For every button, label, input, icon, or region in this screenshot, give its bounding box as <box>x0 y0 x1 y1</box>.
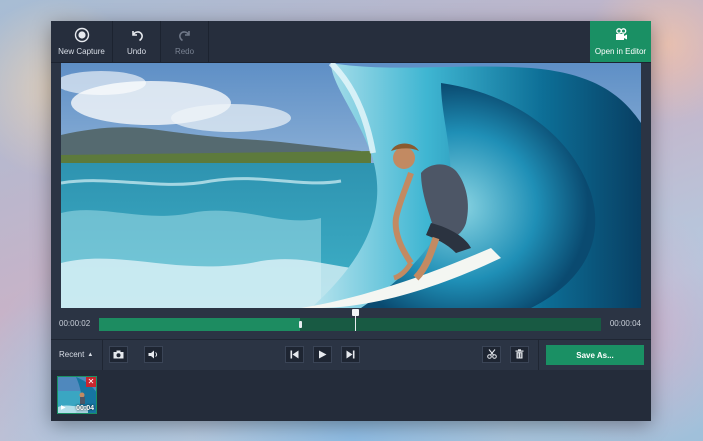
redo-button[interactable]: Redo <box>161 21 208 62</box>
timeline: 00:00:02 00:00:04 <box>51 309 651 337</box>
new-capture-button[interactable]: New Capture <box>51 21 112 62</box>
selection-start-handle[interactable] <box>298 321 302 328</box>
trash-icon <box>515 346 524 364</box>
playback-controls: Recent ▲ Save As... <box>51 339 651 371</box>
redo-label: Redo <box>174 47 195 56</box>
remove-capture-icon[interactable]: ✕ <box>86 377 96 387</box>
recent-capture-thumbnail[interactable]: ✕ ▶ 00:04 <box>57 376 97 414</box>
play-icon: ▶ <box>61 405 66 411</box>
redo-icon <box>177 27 193 43</box>
video-camera-icon <box>613 27 629 43</box>
previous-frame-button[interactable] <box>285 346 304 363</box>
undo-icon <box>129 27 145 43</box>
open-in-editor-button[interactable]: Open in Editor <box>590 21 651 62</box>
recent-captures-strip: ✕ ▶ 00:04 <box>51 370 651 421</box>
undo-button[interactable]: Undo <box>113 21 160 62</box>
timeline-track[interactable] <box>99 309 601 331</box>
play-icon <box>318 346 327 364</box>
scissors-icon <box>486 346 497 364</box>
record-icon <box>74 27 90 43</box>
speaker-icon <box>148 346 159 364</box>
volume-button[interactable] <box>144 346 163 363</box>
toolbar: New Capture Undo Redo Open in Editor <box>51 21 651 63</box>
screenshot-button[interactable] <box>109 346 128 363</box>
play-button[interactable] <box>313 346 332 363</box>
undo-label: Undo <box>126 47 147 56</box>
open-in-editor-label: Open in Editor <box>594 47 647 56</box>
recent-toggle[interactable]: Recent ▲ <box>59 350 93 359</box>
camera-icon <box>113 346 124 364</box>
recent-label: Recent <box>59 350 85 359</box>
save-as-button[interactable]: Save As... <box>546 345 644 365</box>
cut-button[interactable] <box>482 346 501 363</box>
playhead-handle[interactable] <box>352 309 360 316</box>
video-preview <box>61 63 641 308</box>
capture-duration: 00:04 <box>76 405 94 412</box>
chevron-up-icon: ▲ <box>87 351 94 358</box>
skip-back-icon <box>290 346 299 364</box>
start-time: 00:00:02 <box>59 319 91 328</box>
capture-window: New Capture Undo Redo Open in Editor 00:… <box>51 21 651 421</box>
new-capture-label: New Capture <box>58 47 105 56</box>
skip-forward-icon <box>346 346 355 364</box>
end-time: 00:00:04 <box>609 319 641 328</box>
delete-button[interactable] <box>510 346 529 363</box>
played-range <box>99 318 300 331</box>
next-frame-button[interactable] <box>341 346 360 363</box>
